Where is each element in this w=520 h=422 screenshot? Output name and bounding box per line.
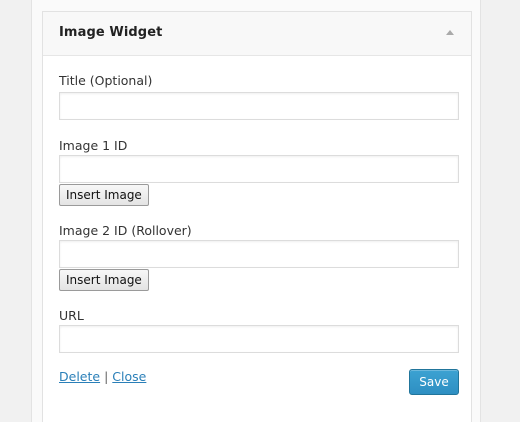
- delete-link[interactable]: Delete: [59, 369, 100, 384]
- widget-header[interactable]: Image Widget: [43, 12, 471, 56]
- title-input[interactable]: [59, 92, 459, 120]
- image-widget: Image Widget Title (Optional) Image 1 ID…: [42, 11, 472, 422]
- widget-control-actions: Delete | Close: [59, 369, 146, 384]
- image2-id-input[interactable]: [59, 240, 459, 268]
- insert-image1-button[interactable]: Insert Image: [59, 184, 149, 206]
- close-link[interactable]: Close: [112, 369, 146, 384]
- widget-toggle-button[interactable]: [435, 18, 465, 48]
- widget-title: Image Widget: [59, 25, 163, 40]
- link-separator: |: [104, 369, 109, 384]
- image1-id-input[interactable]: [59, 155, 459, 183]
- save-button[interactable]: Save: [409, 369, 459, 395]
- title-label: Title (Optional): [59, 73, 153, 88]
- url-label: URL: [59, 308, 84, 323]
- screen: Image Widget Title (Optional) Image 1 ID…: [0, 0, 520, 422]
- triangle-up-icon: [446, 30, 454, 35]
- url-input[interactable]: [59, 325, 459, 353]
- image1-id-label: Image 1 ID: [59, 138, 128, 153]
- image2-id-label: Image 2 ID (Rollover): [59, 223, 192, 238]
- insert-image2-button[interactable]: Insert Image: [59, 269, 149, 291]
